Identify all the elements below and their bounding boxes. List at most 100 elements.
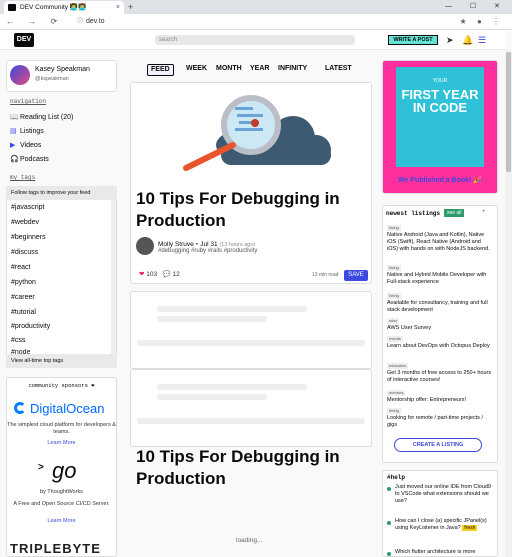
gocd-logo-icon[interactable]: >: [38, 462, 44, 473]
window-controls[interactable]: — ☐ ✕: [445, 0, 508, 13]
sidebar-item-listings[interactable]: ▤ Listings: [10, 127, 44, 137]
help-item[interactable]: Which flutter architecture is more: [395, 549, 495, 556]
profile-handle: @kspeakman: [35, 76, 69, 82]
gocd-by: by ThoughtWorks: [40, 489, 83, 495]
help-item[interactable]: Just moved our online IDE from Cloud9 to…: [395, 484, 495, 505]
sidebar-item-podcasts[interactable]: 🎧Podcasts: [10, 155, 49, 165]
tab-title: DEV Community 👩‍💻👨‍💻: [20, 4, 87, 11]
article-cover-image[interactable]: [131, 83, 371, 183]
listing-category: hiring: [387, 293, 401, 299]
dev-favicon-icon: [8, 4, 16, 11]
placeholder-bar: [137, 340, 365, 346]
headphones-icon: 🎧: [10, 156, 19, 163]
listing-title[interactable]: Mentorship offer: Entrepreneurs!: [387, 397, 493, 404]
digitalocean-learn-more[interactable]: Learn More: [6, 440, 117, 446]
listing-category: hiring: [387, 408, 401, 414]
extension-icons[interactable]: ★ ● ⋮: [460, 16, 504, 28]
placeholder-bar: [157, 306, 307, 312]
listing-title[interactable]: AWS User Survey: [387, 325, 493, 332]
avatar[interactable]: [10, 65, 30, 85]
fresh-badge: fresh: [462, 525, 478, 531]
close-tab-icon[interactable]: ×: [116, 1, 120, 14]
tag-item[interactable]: #productivity: [11, 323, 50, 330]
second-article-title[interactable]: 10 Tips For Debugging in Production: [136, 446, 368, 490]
listings-see-all[interactable]: see all: [444, 209, 465, 217]
tag-item[interactable]: #webdev: [11, 219, 39, 226]
article-date: ・Jul 31: [193, 241, 218, 248]
digitalocean-logo-icon[interactable]: [14, 402, 26, 414]
send-icon[interactable]: ➤: [446, 34, 454, 46]
tab-latest[interactable]: LATEST: [325, 64, 352, 74]
digitalocean-desc: The simplest cloud platform for develope…: [7, 422, 116, 435]
tags-scrollbar[interactable]: [111, 200, 116, 354]
tab-year[interactable]: YEAR: [250, 64, 269, 74]
bullet-icon: [387, 487, 391, 491]
listing-category: hiring: [387, 225, 401, 231]
article-title[interactable]: 10 Tips For Debugging in Production: [136, 188, 368, 232]
nav-buttons[interactable]: ← → ⟳: [6, 15, 63, 29]
url-text[interactable]: dev.to: [86, 15, 105, 29]
tag-item[interactable]: #beginners: [11, 234, 46, 241]
tag-item[interactable]: #react: [11, 264, 30, 271]
write-post-button[interactable]: WRITE A POST: [388, 35, 438, 45]
help-heading[interactable]: #help: [387, 474, 405, 481]
browser-tab[interactable]: DEV Community 👩‍💻👨‍💻 ×: [4, 1, 124, 14]
heart-icon: ❤: [139, 271, 145, 278]
comment-count: 12: [172, 271, 180, 278]
menu-avatar-icon[interactable]: ☰: [478, 34, 486, 46]
tag-item[interactable]: #python: [11, 279, 36, 286]
sidebar-item-videos[interactable]: ▶ Videos: [10, 141, 41, 151]
tag-item[interactable]: #discuss: [11, 249, 38, 256]
placeholder-bar: [157, 316, 267, 322]
listings-icon: ▤: [10, 128, 17, 135]
profile-name[interactable]: Kasey Speakman: [35, 66, 90, 73]
add-listing-icon[interactable]: +: [482, 209, 486, 215]
listing-category: hiring: [387, 265, 401, 271]
listing-category: mentors: [387, 390, 406, 396]
new-tab-button[interactable]: +: [128, 1, 133, 13]
listing-title[interactable]: Looking for remote / part-time projects …: [387, 415, 493, 429]
gocd-learn-more[interactable]: Learn More: [6, 518, 117, 524]
listing-title[interactable]: Native Android (Java and Kotlin), Native…: [387, 232, 493, 253]
triplebyte-name[interactable]: TRIPLEBYTE: [10, 541, 101, 556]
listing-title[interactable]: Available for consultancy, training and …: [387, 300, 493, 314]
all-tags-link[interactable]: View all-time top tags: [6, 354, 117, 368]
sidebar-item-reading-list[interactable]: 📖Reading List (20): [10, 113, 73, 123]
book-title: FIRST YEAR IN CODE: [401, 87, 479, 115]
search-input[interactable]: search: [155, 35, 355, 45]
gocd-desc: A Free and Open Source CI/CD Server.: [13, 501, 110, 507]
create-listing-button[interactable]: CREATE A LISTING: [394, 438, 482, 452]
scrollbar-thumb[interactable]: [506, 52, 511, 172]
book-sub: YOUR: [432, 78, 448, 84]
reactions[interactable]: ❤ 103 💬 12: [139, 270, 180, 278]
bullet-icon: [387, 552, 391, 556]
placeholder-bar: [137, 418, 365, 424]
listing-category: education: [387, 363, 409, 369]
site-info-icon[interactable]: ⓘ: [77, 15, 83, 29]
help-item[interactable]: How can I close (a) specific JPanel(s) u…: [395, 518, 495, 532]
bell-icon[interactable]: 🔔: [462, 34, 473, 46]
tag-item[interactable]: #javascript: [11, 204, 44, 211]
listing-title[interactable]: Native and Hybrid Mobile Developer with …: [387, 272, 493, 286]
nav-heading: navigation: [10, 98, 47, 105]
listing-title[interactable]: Get 3 months of free access to 250+ hour…: [387, 370, 493, 384]
tab-infinity[interactable]: INFINITY: [278, 64, 307, 74]
listing-title[interactable]: Learn about DevOps with Octopus Deploy: [387, 343, 493, 350]
book-published-link[interactable]: We Published a Book! 🎉: [382, 176, 498, 184]
article-placeholder: [130, 369, 372, 447]
author-name[interactable]: Molly Struve: [158, 241, 194, 248]
dev-logo[interactable]: DEV: [14, 33, 34, 47]
tag-item[interactable]: #tutorial: [11, 309, 36, 316]
tab-feed[interactable]: FEED: [147, 64, 174, 76]
save-button[interactable]: SAVE: [344, 270, 368, 281]
author-avatar[interactable]: [136, 237, 154, 255]
tags-heading: my tags: [10, 174, 36, 181]
digitalocean-name[interactable]: DigitalOcean: [30, 401, 104, 416]
tab-week[interactable]: WEEK: [186, 64, 207, 74]
tag-item[interactable]: #css: [11, 337, 25, 344]
article-tags[interactable]: #debugging #ruby #rails #productivity: [158, 248, 257, 254]
tab-month[interactable]: MONTH: [216, 64, 242, 74]
gocd-name[interactable]: go: [52, 458, 76, 484]
sponsors-heading: community sponsors ❤: [28, 382, 95, 389]
tag-item[interactable]: #career: [11, 294, 35, 301]
